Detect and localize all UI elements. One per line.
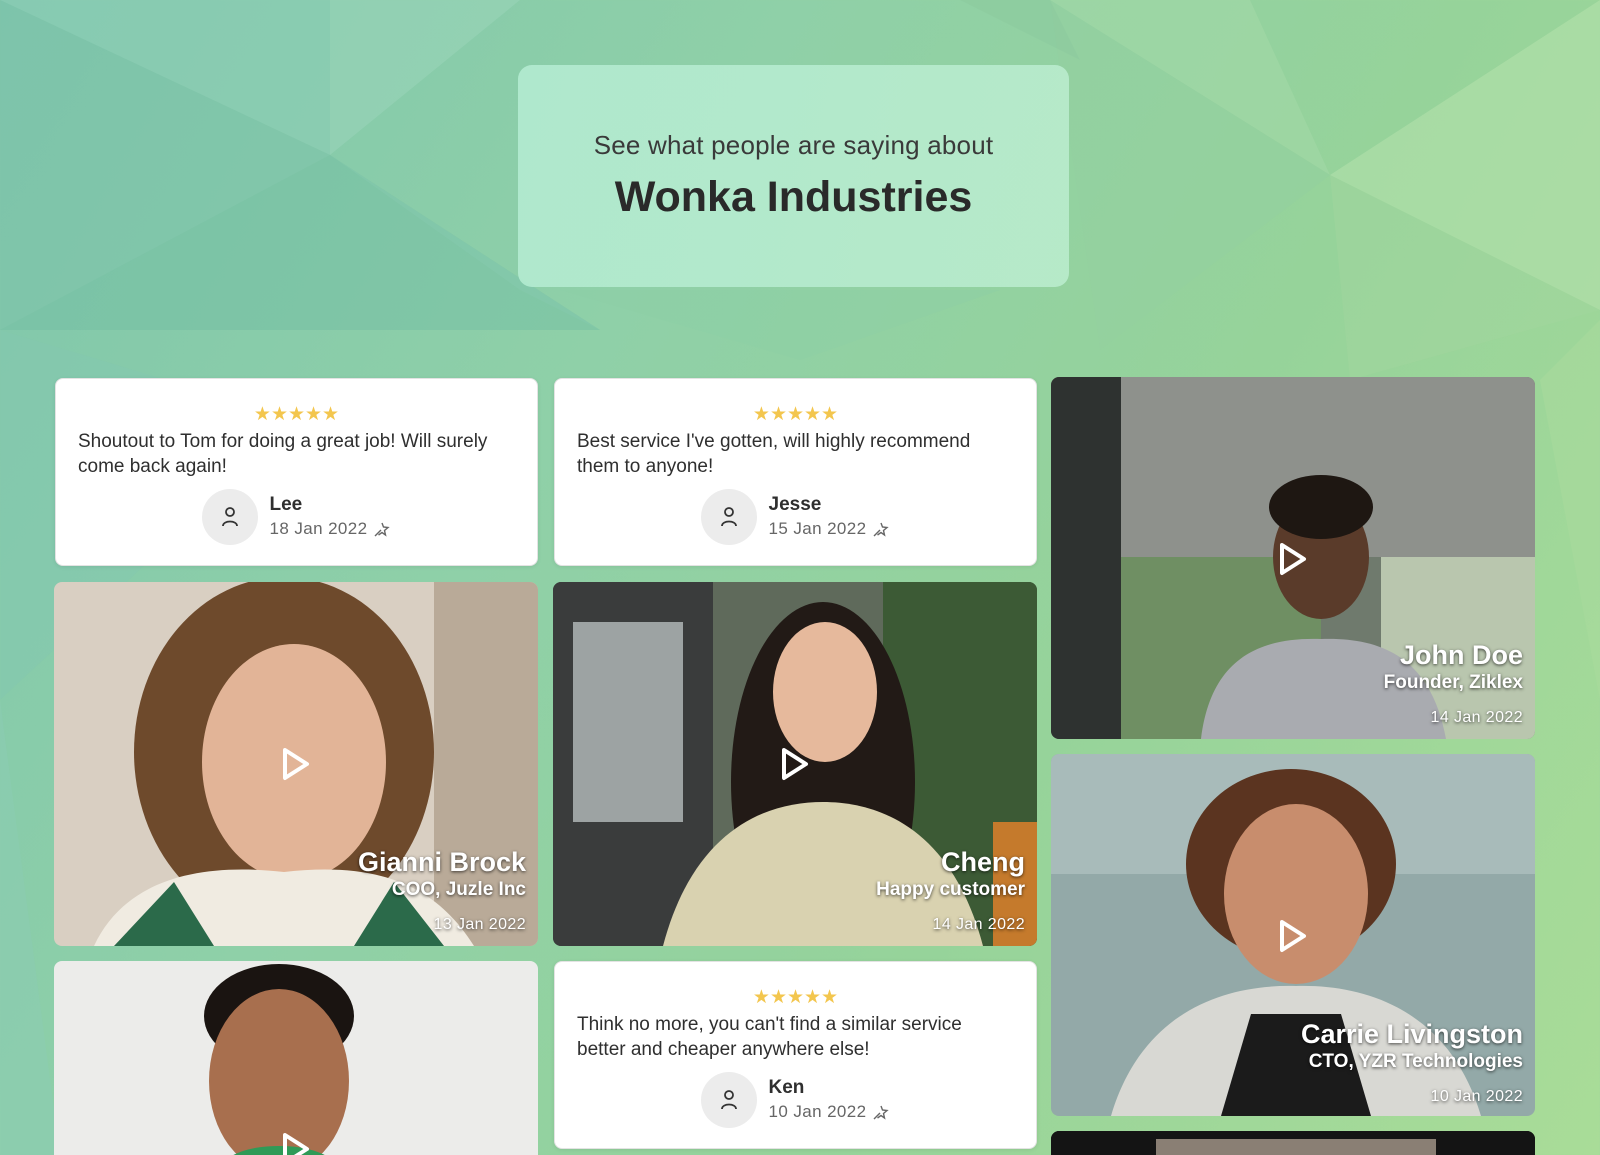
play-icon[interactable]: [280, 1131, 312, 1155]
review-text: Best service I've gotten, will highly re…: [577, 431, 971, 477]
video-thumbnail: [1051, 1131, 1535, 1155]
reviewer-role: Founder, Ziklex: [1383, 672, 1523, 693]
play-icon[interactable]: [779, 746, 811, 782]
user-icon: [700, 489, 757, 545]
video-thumbnail: [54, 961, 538, 1155]
review-date: 10 Jan 2022: [768, 1102, 867, 1121]
video-caption: Cheng Happy customer 14 Jan 2022: [876, 847, 1025, 936]
company-title: Wonka Industries: [614, 173, 973, 221]
header-subtitle: See what people are saying about: [593, 130, 994, 160]
magic-star-icon: [374, 522, 391, 537]
video-caption: John Doe Founder, Ziklex 14 Jan 2022: [1384, 640, 1523, 729]
magic-star-icon: [873, 522, 890, 537]
review-date: 10 Jan 2022: [1430, 1088, 1523, 1105]
video-review-card[interactable]: Gianni Brock COO, Juzle Inc 13 Jan 2022: [54, 582, 538, 946]
video-review-card[interactable]: [54, 961, 538, 1155]
user-icon: [700, 1072, 757, 1128]
author-name: Lee: [269, 494, 303, 515]
text-review-card[interactable]: ★★★★★ Best service I've gotten, will hig…: [554, 378, 1037, 566]
review-text: Shoutout to Tom for doing a great job! W…: [78, 431, 488, 477]
star-rating: ★★★★★: [752, 986, 839, 1008]
user-icon: [201, 489, 258, 545]
video-review-card[interactable]: [1051, 1131, 1535, 1155]
video-caption: Gianni Brock COO, Juzle Inc 13 Jan 2022: [358, 847, 526, 936]
review-author: Lee 18 Jan 2022: [56, 489, 537, 545]
review-text: Think no more, you can't find a similar …: [577, 1014, 962, 1060]
play-icon[interactable]: [1277, 918, 1309, 954]
reviewer-role: CTO, YZR Technologies: [1308, 1051, 1523, 1072]
reviewer-role: Happy customer: [876, 879, 1025, 900]
star-rating: ★★★★★: [253, 403, 340, 425]
header-panel: See what people are saying about Wonka I…: [518, 65, 1069, 287]
review-date: 15 Jan 2022: [768, 519, 867, 538]
magic-star-icon: [873, 1105, 890, 1120]
play-icon[interactable]: [1277, 541, 1309, 577]
text-review-card[interactable]: ★★★★★ Think no more, you can't find a si…: [554, 961, 1037, 1149]
video-review-card[interactable]: John Doe Founder, Ziklex 14 Jan 2022: [1051, 377, 1535, 739]
review-author: Jesse 15 Jan 2022: [555, 489, 1036, 545]
review-author: Ken 10 Jan 2022: [555, 1072, 1036, 1128]
reviewer-name: Carrie Livingston: [1300, 1019, 1523, 1049]
play-icon[interactable]: [280, 746, 312, 782]
review-date: 13 Jan 2022: [433, 916, 526, 933]
reviewer-role: COO, Juzle Inc: [391, 879, 526, 900]
star-rating: ★★★★★: [752, 403, 839, 425]
reviewer-name: Gianni Brock: [357, 847, 526, 877]
reviewer-name: John Doe: [1399, 640, 1523, 670]
review-date: 14 Jan 2022: [1430, 709, 1523, 726]
video-caption: Carrie Livingston CTO, YZR Technologies …: [1301, 1019, 1523, 1108]
review-date: 18 Jan 2022: [269, 519, 368, 538]
author-name: Ken: [768, 1077, 805, 1098]
video-review-card[interactable]: Cheng Happy customer 14 Jan 2022: [553, 582, 1037, 946]
video-review-card[interactable]: Carrie Livingston CTO, YZR Technologies …: [1051, 754, 1535, 1116]
text-review-card[interactable]: ★★★★★ Shoutout to Tom for doing a great …: [55, 378, 538, 566]
review-date: 14 Jan 2022: [932, 916, 1025, 933]
author-name: Jesse: [768, 494, 822, 515]
reviewer-name: Cheng: [941, 847, 1025, 877]
